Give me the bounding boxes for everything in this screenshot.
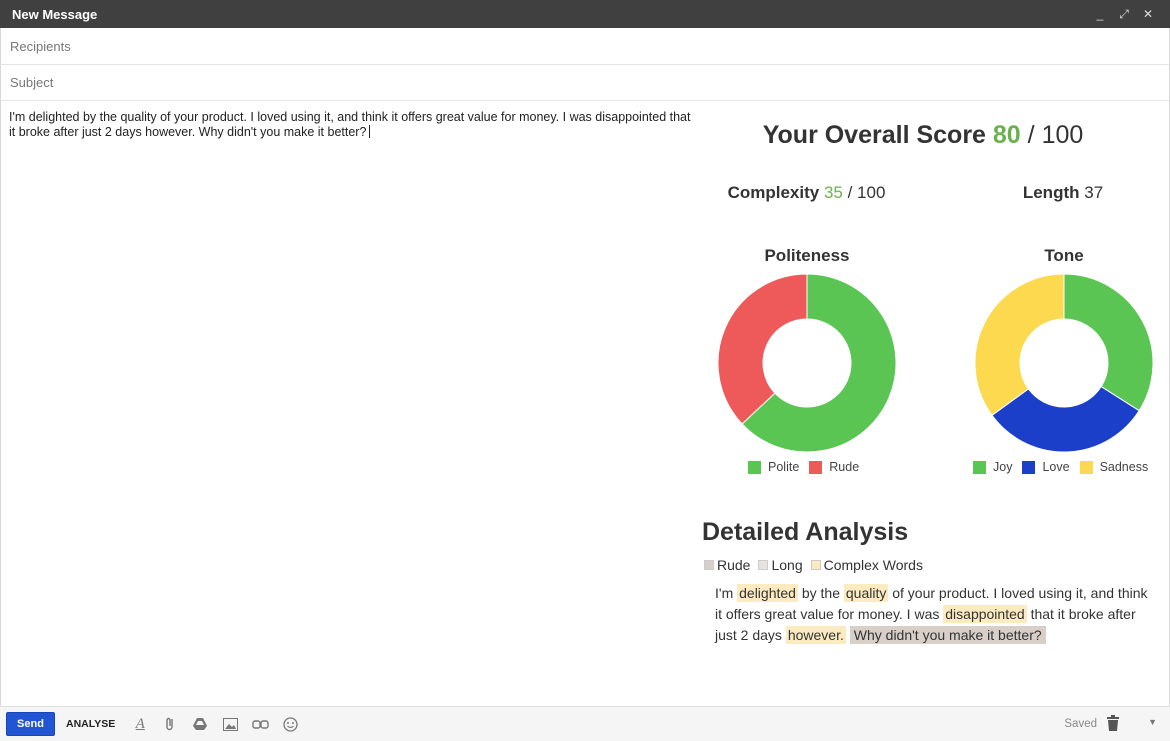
detail-legend-complex: Complex Words <box>810 557 923 573</box>
complex-word-highlight: delighted <box>737 584 798 602</box>
legend-item-joy: Joy <box>973 460 1012 474</box>
analysis-text: I'm delighted by the quality of your pro… <box>715 583 1155 646</box>
detail-swatch-long <box>758 560 769 570</box>
donut-slice-joy <box>1063 273 1154 412</box>
legend-item-rude: Rude <box>809 460 859 474</box>
trash-icon[interactable] <box>1106 715 1122 733</box>
format-text-icon[interactable]: A <box>129 713 151 735</box>
popout-icon[interactable]: ⤢ <box>1114 7 1134 22</box>
politeness-chart <box>717 273 897 453</box>
link-icon[interactable] <box>249 713 271 735</box>
subject-row <box>0 65 1170 101</box>
overall-score: Your Overall Score 80 / 100 <box>700 121 1146 150</box>
tone-chart <box>974 273 1154 453</box>
analyse-button[interactable]: ANALYSE <box>66 718 115 730</box>
detail-legend-long: Long <box>758 557 803 573</box>
legend-swatch-rude <box>809 460 823 474</box>
message-text: I'm delighted by the quality of your pro… <box>9 110 691 139</box>
analysis-panel: Your Overall Score 80 / 100 Complexity 3… <box>700 101 1170 706</box>
legend-label-sadness: Sadness <box>1099 460 1149 474</box>
message-body[interactable]: I'm delighted by the quality of your pro… <box>9 110 699 140</box>
legend-swatch-polite <box>748 460 761 474</box>
analysis-seg: by the <box>801 585 840 601</box>
legend-label-joy: Joy <box>993 460 1013 474</box>
legend-item-sadness: Sadness <box>1079 460 1149 474</box>
complex-word-highlight: however. <box>785 626 846 644</box>
complexity-value: 35 <box>823 183 843 202</box>
attach-icon[interactable] <box>159 713 181 735</box>
donut-slice-rude <box>717 273 808 425</box>
emoji-icon[interactable] <box>279 713 301 735</box>
legend-swatch-joy <box>973 460 986 474</box>
analysis-seg: I'm <box>715 585 734 601</box>
more-options-icon[interactable]: ▼ <box>1148 717 1157 727</box>
format-text-glyph: A <box>135 715 145 732</box>
overall-score-label: Your Overall Score <box>762 121 986 149</box>
saved-status: Saved <box>1064 718 1097 730</box>
detail-legend-rude: Rude <box>704 557 750 573</box>
politeness-title: Politeness <box>764 246 850 265</box>
close-icon[interactable]: ✕ <box>1138 7 1158 21</box>
length-score: Length 37 <box>958 183 1168 203</box>
drive-icon[interactable] <box>189 713 211 735</box>
legend-swatch-sadness <box>1079 460 1093 474</box>
detail-swatch-complex <box>810 560 821 570</box>
complexity-max: / 100 <box>847 183 886 202</box>
legend-label-rude: Rude <box>829 460 860 474</box>
detailed-analysis-title: Detailed Analysis <box>702 518 909 546</box>
overall-score-value: 80 <box>992 121 1021 149</box>
window-title: New Message <box>12 6 98 22</box>
subject-input[interactable] <box>1 65 1169 100</box>
recipients-row <box>0 28 1170 65</box>
complex-word-highlight: quality <box>843 584 889 602</box>
politeness-legend: Polite Rude <box>748 460 869 474</box>
detailed-legend: Rude Long Complex Words <box>704 557 931 573</box>
photo-icon[interactable] <box>219 713 241 735</box>
complex-word-highlight: disappointed <box>943 605 1027 623</box>
tone-title: Tone <box>1044 246 1084 265</box>
tone-legend: Joy Love Sadness <box>973 460 1158 474</box>
legend-label-love: Love <box>1042 460 1070 474</box>
legend-item-love: Love <box>1022 460 1070 474</box>
donut-slice-sadness <box>974 273 1065 417</box>
legend-item-polite: Polite <box>748 460 799 474</box>
detail-label-rude: Rude <box>717 557 751 573</box>
send-button[interactable]: Send <box>6 712 55 736</box>
compose-toolbar: Send ANALYSE A Saved ▼ <box>0 706 1170 741</box>
recipients-input[interactable] <box>1 28 1169 64</box>
rude-sentence-highlight: Why didn't you make it better? <box>849 626 1046 644</box>
overall-score-max: / 100 <box>1027 121 1084 149</box>
complexity-label: Complexity <box>727 183 820 202</box>
complexity-score: Complexity 35 / 100 <box>700 183 913 203</box>
detail-label-long: Long <box>771 557 803 573</box>
legend-label-polite: Polite <box>768 460 800 474</box>
minimize-icon[interactable]: _ <box>1090 7 1110 21</box>
window-titlebar: New Message _ ⤢ ✕ <box>0 0 1170 28</box>
detail-swatch-rude <box>704 560 714 570</box>
length-label: Length <box>1022 183 1080 202</box>
detail-label-complex: Complex Words <box>823 557 923 573</box>
length-value: 37 <box>1084 183 1104 202</box>
text-caret <box>369 125 371 138</box>
legend-swatch-love <box>1022 460 1036 474</box>
